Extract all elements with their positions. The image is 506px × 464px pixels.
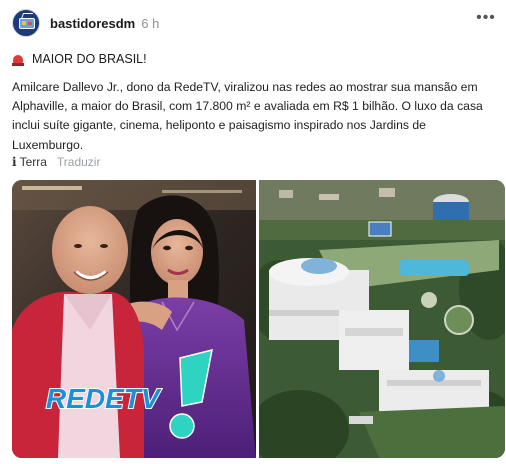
svg-text:REDETV: REDETV [46, 383, 162, 414]
translate-link[interactable]: Traduzir [57, 155, 101, 169]
siren-icon [12, 53, 24, 66]
tv-avatar-icon[interactable] [12, 9, 40, 37]
headline-text: MAIOR DO BRASIL! [32, 52, 147, 66]
post-time: 6 h [141, 15, 160, 31]
source-row: i Terra Traduzir [12, 155, 100, 169]
post-card: bastidoresdm 6 h ••• MAIOR DO BRASIL! Am… [0, 0, 506, 464]
photo-mansion-aerial[interactable] [259, 180, 505, 458]
username[interactable]: bastidoresdm [50, 16, 135, 31]
post-header: bastidoresdm 6 h [12, 8, 159, 38]
more-options-icon[interactable]: ••• [476, 8, 496, 28]
info-icon: i [12, 155, 17, 169]
headline: MAIOR DO BRASIL! [12, 52, 147, 66]
post-body: Amilcare Dallevo Jr., dono da RedeTV, vi… [12, 80, 483, 152]
photo-couple[interactable]: REDETV [12, 180, 256, 458]
source-label[interactable]: Terra [20, 155, 47, 169]
